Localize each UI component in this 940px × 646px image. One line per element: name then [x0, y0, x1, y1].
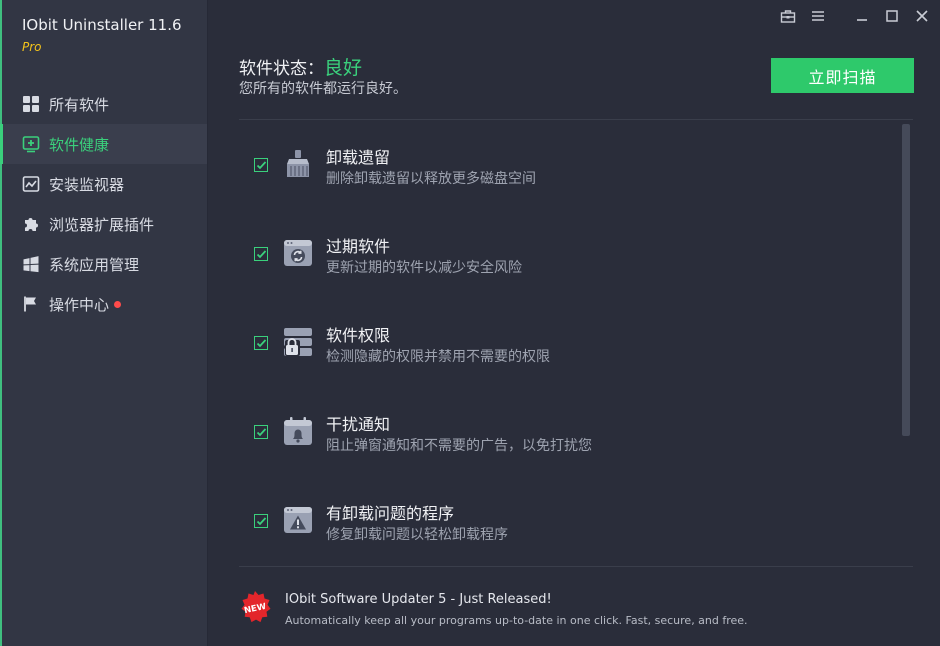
monitor-chart-icon: [22, 175, 40, 193]
notification-dot: [114, 301, 122, 308]
item-checkbox[interactable]: [254, 514, 268, 528]
list-item: 卸载遗留 删除卸载遗留以释放更多磁盘空间: [239, 120, 899, 209]
item-description: 修复卸载问题以轻松卸载程序: [326, 527, 508, 543]
list-item: 有卸载问题的程序 修复卸载问题以轻松卸载程序: [239, 476, 899, 565]
minimize-icon[interactable]: [848, 6, 876, 26]
puzzle-icon: [22, 215, 40, 233]
sidebar-item-label: 系统应用管理: [49, 255, 140, 274]
windows-logo-icon: [22, 255, 40, 273]
warning-window-icon: [283, 505, 313, 535]
grid-icon: [22, 95, 40, 113]
sidebar-item-label: 所有软件: [49, 95, 110, 114]
sidebar-item-label: 操作中心: [49, 295, 110, 314]
sidebar-nav: 所有软件 软件健康 安装监视器 浏览器扩展插件 系统应用管理 操作中心: [0, 84, 207, 324]
new-badge-icon: NEW: [237, 590, 273, 624]
item-title: 软件权限: [326, 326, 391, 345]
sidebar-item-label: 浏览器扩展插件: [49, 215, 155, 234]
sidebar-item-label: 安装监视器: [49, 175, 125, 194]
sidebar-item-software-health[interactable]: 软件健康: [0, 124, 207, 164]
status-line: 软件状态：良好: [239, 53, 362, 80]
scan-now-button[interactable]: 立即扫描: [771, 58, 914, 93]
health-item-list: 卸载遗留 删除卸载遗留以释放更多磁盘空间 过期软件 更新过期的软件以减少安全风险…: [239, 120, 899, 566]
sidebar-item-browser-extensions[interactable]: 浏览器扩展插件: [0, 204, 207, 244]
sidebar-item-label: 软件健康: [49, 135, 110, 154]
item-checkbox[interactable]: [254, 336, 268, 350]
promo-title[interactable]: IObit Software Updater 5 - Just Released…: [285, 592, 552, 607]
flag-icon: [22, 295, 40, 313]
sidebar-item-system-apps[interactable]: 系统应用管理: [0, 244, 207, 284]
window-controls: [772, 6, 936, 26]
edition-badge: Pro: [22, 40, 42, 54]
status-label: 软件状态：: [239, 59, 324, 79]
divider: [239, 566, 913, 567]
check-icon: [256, 427, 266, 436]
brand: IObit Uninstaller 11.6 Pro: [22, 16, 182, 54]
item-checkbox[interactable]: [254, 158, 268, 172]
list-item: 干扰通知 阻止弹窗通知和不需要的广告，以免打扰您: [239, 387, 899, 476]
sidebar-item-action-center[interactable]: 操作中心: [0, 284, 207, 324]
list-item: 过期软件 更新过期的软件以减少安全风险: [239, 209, 899, 298]
menu-icon[interactable]: [804, 6, 832, 26]
maximize-icon[interactable]: [878, 6, 906, 26]
item-description: 删除卸载遗留以释放更多磁盘空间: [326, 171, 536, 187]
permission-lock-icon: [283, 327, 313, 357]
status-subtitle: 您所有的软件都运行良好。: [239, 81, 407, 97]
item-checkbox[interactable]: [254, 425, 268, 439]
item-description: 检测隐藏的权限并禁用不需要的权限: [326, 349, 550, 365]
item-title: 卸载遗留: [326, 148, 391, 167]
notification-bell-icon: [283, 416, 313, 446]
check-icon: [256, 249, 266, 258]
item-title: 干扰通知: [326, 415, 391, 434]
update-window-icon: [283, 238, 313, 268]
broom-icon: [283, 149, 313, 179]
check-icon: [256, 516, 266, 525]
list-item: 软件权限 检测隐藏的权限并禁用不需要的权限: [239, 298, 899, 387]
item-description: 更新过期的软件以减少安全风险: [326, 260, 522, 276]
item-description: 阻止弹窗通知和不需要的广告，以免打扰您: [326, 438, 592, 454]
item-checkbox[interactable]: [254, 247, 268, 261]
health-icon: [22, 135, 40, 153]
list-scrollbar[interactable]: [902, 124, 910, 436]
toolbox-icon[interactable]: [774, 6, 802, 26]
close-icon[interactable]: [908, 6, 936, 26]
sidebar: IObit Uninstaller 11.6 Pro 所有软件 软件健康 安装监…: [0, 0, 208, 646]
promo-description: Automatically keep all your programs up-…: [285, 614, 748, 627]
status-value: 良好: [324, 57, 363, 79]
sidebar-item-install-monitor[interactable]: 安装监视器: [0, 164, 207, 204]
sidebar-item-all-software[interactable]: 所有软件: [0, 84, 207, 124]
item-title: 过期软件: [326, 237, 391, 256]
app-title: IObit Uninstaller 11.6: [22, 16, 182, 34]
item-title: 有卸载问题的程序: [326, 504, 455, 523]
check-icon: [256, 160, 266, 169]
check-icon: [256, 338, 266, 347]
